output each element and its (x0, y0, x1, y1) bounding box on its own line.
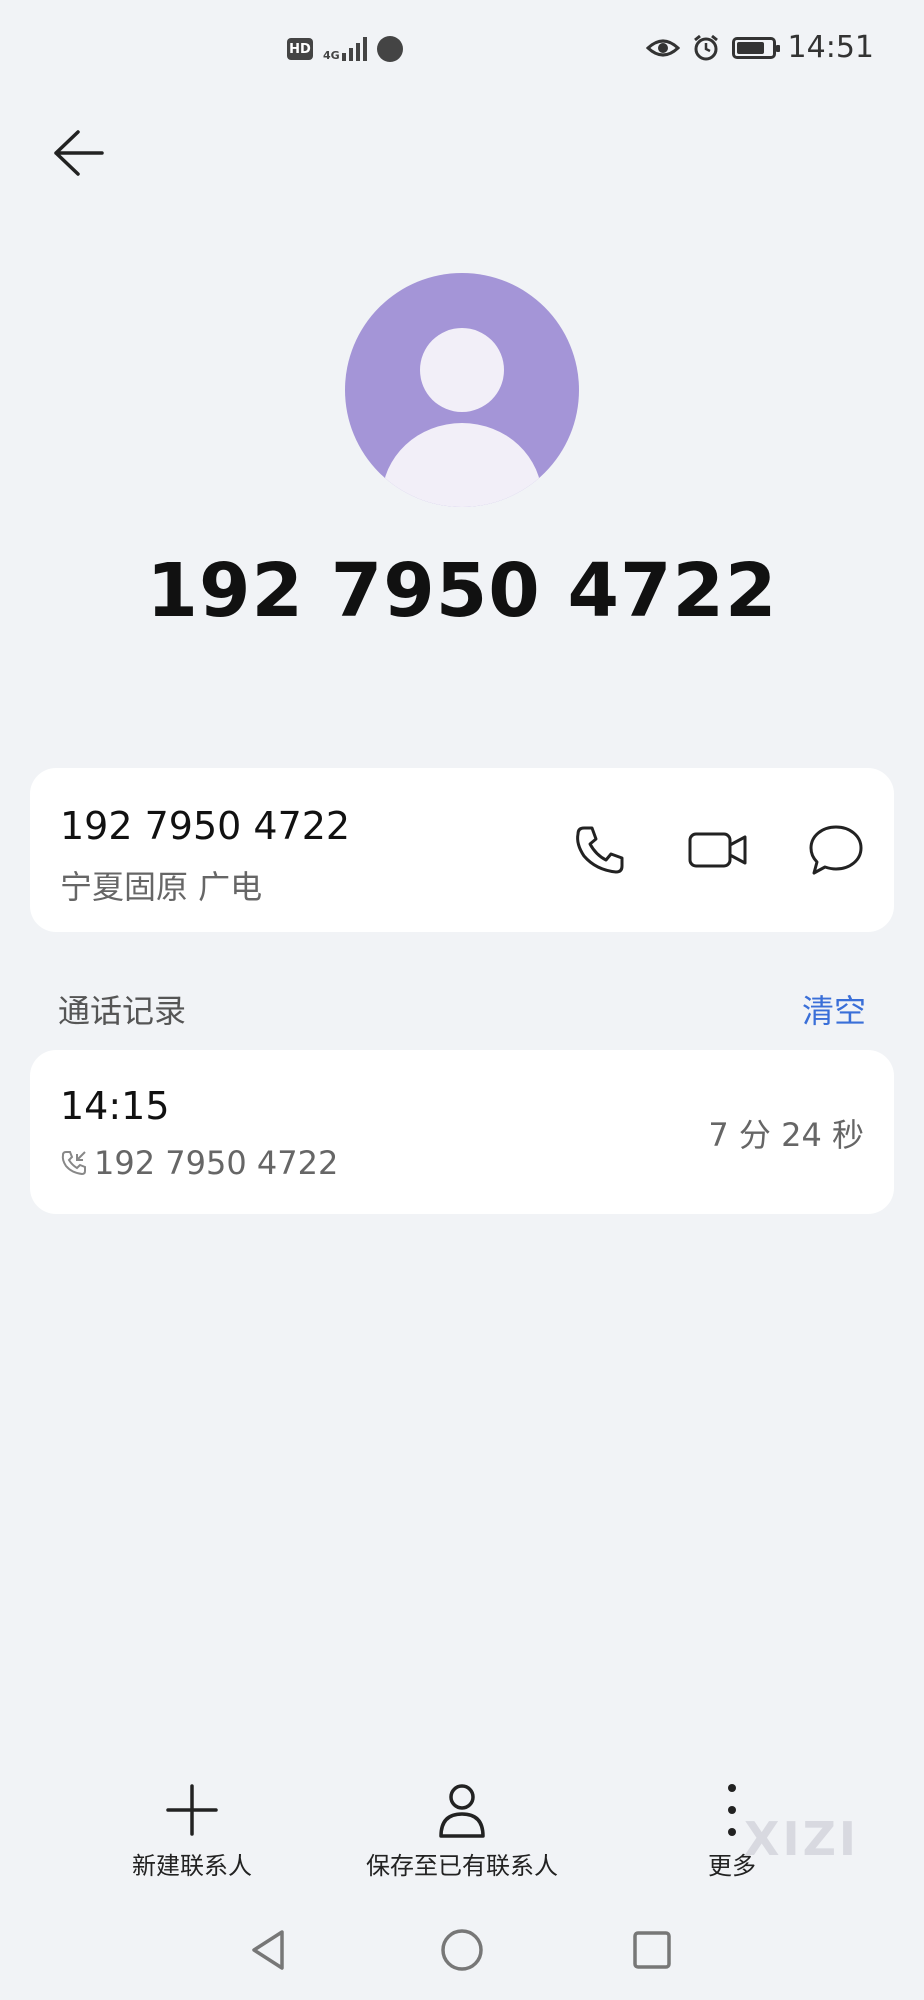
avatar-body (382, 423, 542, 507)
video-call-button[interactable] (686, 818, 750, 882)
voice-icon (376, 36, 403, 62)
call-log-entry[interactable]: 14:15 192 7950 4722 7 分 24 秒 (30, 1050, 894, 1214)
new-contact-button[interactable]: 新建联系人 (127, 1780, 257, 1881)
nav-home-button[interactable] (432, 1920, 492, 1980)
status-left: HD 4G (287, 36, 403, 62)
clear-log-button[interactable]: 清空 (802, 986, 866, 1032)
nav-back-button[interactable] (238, 1920, 298, 1980)
save-to-existing-label: 保存至已有联系人 (366, 1852, 558, 1880)
hd-icon: HD (287, 38, 313, 60)
status-time: 14:51 (787, 30, 874, 65)
save-to-existing-button[interactable]: 保存至已有联系人 (362, 1780, 562, 1881)
phone-number: 192 7950 4722 (60, 804, 351, 848)
message-button[interactable] (804, 818, 868, 882)
status-bar: HD 4G 14:51 (0, 0, 924, 100)
call-time: 14:15 (60, 1084, 170, 1128)
nav-recents-button[interactable] (622, 1920, 682, 1980)
alarm-icon (693, 34, 718, 60)
call-number: 192 7950 4722 (94, 1144, 339, 1182)
message-icon (809, 825, 863, 875)
eye-icon (645, 39, 680, 56)
avatar-head (420, 328, 504, 412)
circle-home-icon (441, 1929, 483, 1971)
contact-number-title: 192 7950 4722 (146, 548, 778, 634)
battery-icon (731, 36, 780, 59)
call-log-title: 通话记录 (58, 992, 187, 1030)
plus-icon (166, 1784, 218, 1836)
triangle-back-icon (252, 1930, 284, 1970)
back-arrow-icon (54, 130, 104, 176)
incoming-call-icon (61, 1151, 86, 1176)
watermark: XIZI (744, 1812, 860, 1866)
video-icon (688, 832, 747, 868)
call-button[interactable] (568, 818, 632, 882)
signal-icon: 4G (323, 37, 367, 61)
number-location: 宁夏固原 广电 (60, 868, 263, 906)
square-recents-icon (633, 1931, 671, 1969)
contact-avatar (345, 273, 579, 507)
system-nav-bar (0, 1920, 924, 1980)
phone-number-card[interactable]: 192 7950 4722 宁夏固原 广电 (30, 768, 894, 932)
more-vertical-icon (728, 1784, 736, 1836)
back-button[interactable] (50, 118, 130, 188)
status-right: 14:51 (645, 30, 874, 65)
call-number-row: 192 7950 4722 (60, 1144, 338, 1182)
call-duration: 7 分 24 秒 (708, 1116, 864, 1154)
person-icon (439, 1784, 485, 1838)
phone-icon (576, 826, 624, 874)
network-type: 4G (323, 49, 340, 62)
new-contact-label: 新建联系人 (132, 1852, 252, 1880)
